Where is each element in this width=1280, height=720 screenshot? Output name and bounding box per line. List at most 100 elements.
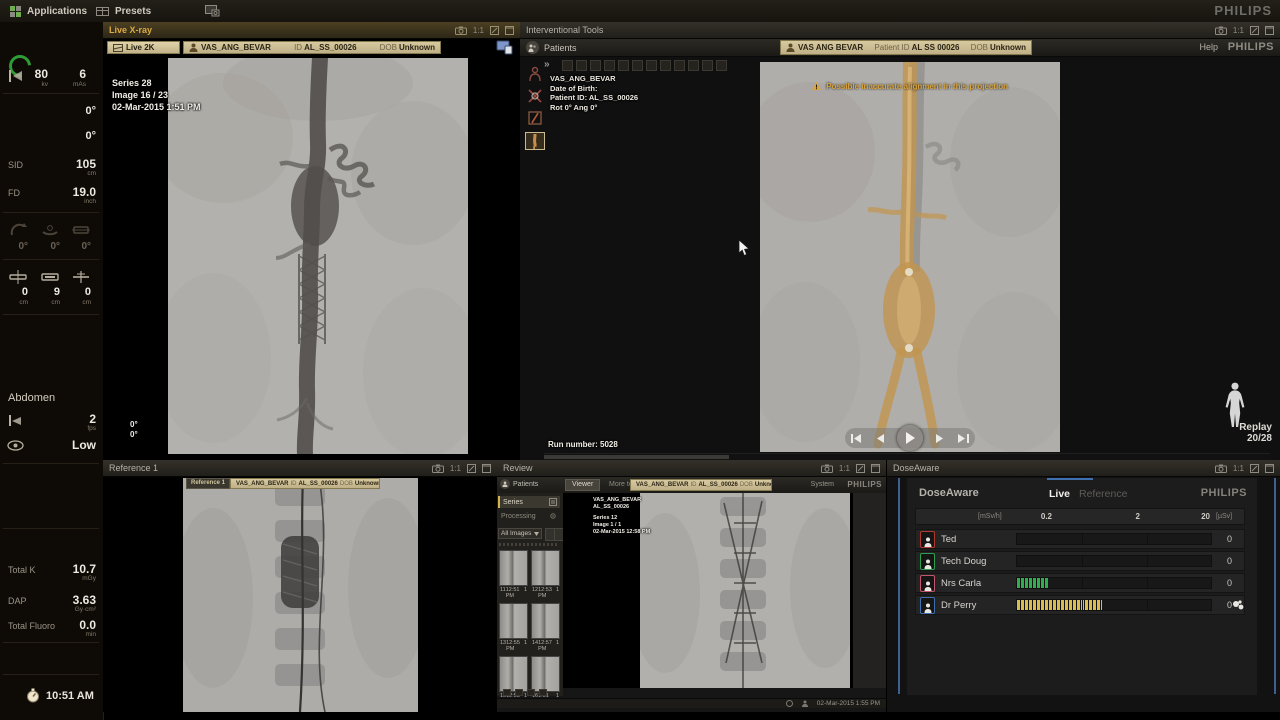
- reference-tab[interactable]: Reference 1: [186, 478, 230, 489]
- step-forward-icon[interactable]: [935, 434, 945, 443]
- tools-toolbar: [562, 60, 727, 71]
- export-icon[interactable]: [1250, 26, 1259, 35]
- review-titlebar: Review 1:1: [497, 460, 886, 477]
- maximize-icon[interactable]: [1265, 26, 1274, 35]
- scrollbar-handle[interactable]: [544, 455, 729, 459]
- footer-tool-icon[interactable]: [515, 689, 523, 696]
- dap-value: 3.63: [50, 593, 96, 607]
- maximize-icon[interactable]: [482, 464, 491, 473]
- snapshot-icon[interactable]: [1215, 464, 1227, 473]
- tool-icon[interactable]: [604, 60, 615, 71]
- review-viewer: VAS_ANG_BEVAR AL_SS_00026 Series 12 Imag…: [563, 493, 853, 688]
- dose-value: 0: [1216, 578, 1232, 588]
- philips-angio-workstation: Applications Presets PHILIPS 80 kv 6 mAs…: [0, 0, 1280, 720]
- zoom-1to1-button[interactable]: 1:1: [1233, 464, 1244, 473]
- nav-item-processing[interactable]: Processing: [498, 510, 560, 522]
- maximize-icon[interactable]: [871, 464, 880, 473]
- tool-icon[interactable]: [702, 60, 713, 71]
- scale-tick-3: 20: [1186, 512, 1210, 521]
- zoom-1to1-button[interactable]: 1:1: [1233, 26, 1244, 35]
- exam-info-overlay: VAS_ANG_BEVAR Date of Birth: Patient ID:…: [550, 74, 638, 112]
- tool-icon[interactable]: [660, 60, 671, 71]
- series-thumbnail[interactable]: 1412:57 PM1: [531, 603, 560, 652]
- tool-icon[interactable]: [590, 60, 601, 71]
- skip-start-icon[interactable]: [851, 434, 862, 443]
- tool-icon[interactable]: [646, 60, 657, 71]
- snapshot-icon[interactable]: [821, 464, 833, 473]
- tool-icon[interactable]: [716, 60, 727, 71]
- skip-end-icon[interactable]: [958, 434, 969, 443]
- footer-tool-icon[interactable]: [539, 689, 547, 696]
- tab-reference[interactable]: Reference: [1079, 488, 1127, 500]
- nav-item-series[interactable]: Series: [498, 496, 560, 508]
- kv-value: 80: [20, 67, 48, 81]
- applications-menu[interactable]: Applications: [10, 0, 87, 22]
- help-button[interactable]: Help: [1199, 42, 1218, 52]
- zoom-1to1-button[interactable]: 1:1: [473, 26, 484, 35]
- roadmap-tool-icon[interactable]: [527, 110, 543, 126]
- timeline-scrollbar[interactable]: [544, 453, 1270, 460]
- interventional-patient-banner: VAS ANG BEVAR Patient IDAL SS 00026 DOBU…: [780, 40, 1032, 55]
- live-tab-indicator: [1047, 478, 1093, 480]
- tool-icon[interactable]: [632, 60, 643, 71]
- patients-button[interactable]: Patients: [526, 41, 577, 54]
- sid-value: 105: [50, 157, 96, 171]
- marker-tool-icon[interactable]: [527, 88, 543, 104]
- maximize-icon[interactable]: [1265, 464, 1274, 473]
- series-thumbnail[interactable]: 1212:53 PM1: [531, 550, 560, 599]
- dose-bar-track: [1016, 599, 1212, 611]
- spine-stent-review-image: [640, 493, 850, 688]
- tab-live[interactable]: Live: [1049, 488, 1070, 500]
- zoom-1to1-button[interactable]: 1:1: [839, 464, 850, 473]
- doseaware-card: DoseAware Live Reference PHILIPS [mSv/h]…: [907, 478, 1257, 695]
- export-icon[interactable]: [467, 464, 476, 473]
- patient-icon: [189, 43, 198, 52]
- screenshot-button[interactable]: [205, 0, 220, 22]
- tool-icon[interactable]: [674, 60, 685, 71]
- step-back-icon[interactable]: [875, 434, 885, 443]
- export-icon[interactable]: [490, 26, 499, 35]
- total-k-unit: mGy: [50, 575, 96, 582]
- snapshot-icon[interactable]: [432, 464, 444, 473]
- patient-orientation-icon[interactable]: [527, 66, 543, 82]
- reference-title: Reference 1: [109, 463, 158, 473]
- live-2k-tab[interactable]: Live 2K: [107, 41, 180, 54]
- viewer-tab[interactable]: Viewer: [565, 479, 600, 491]
- image-filter-dropdown[interactable]: All Images: [498, 528, 542, 539]
- table-unit-3: cm: [71, 299, 91, 306]
- roadmap-image: Possible inaccurate alignment in this pr…: [760, 62, 1060, 452]
- series-thumbnail[interactable]: 1112:51 PM1: [499, 550, 528, 599]
- rot-value-3: 0°: [71, 241, 91, 252]
- live-xray-title: Live X-ray: [109, 25, 152, 35]
- review-image-overlay: VAS_ANG_BEVAR AL_SS_00026 Series 12 Imag…: [593, 497, 650, 536]
- export-icon[interactable]: [856, 464, 865, 473]
- export-icon[interactable]: [1250, 464, 1259, 473]
- staff-person-icon: [920, 597, 935, 614]
- maximize-icon[interactable]: [505, 26, 514, 35]
- fps-unit: fps: [60, 425, 96, 432]
- footer-tool-icon[interactable]: [527, 689, 535, 696]
- footer-tool-icon[interactable]: [503, 689, 511, 696]
- tool-icon[interactable]: [562, 60, 573, 71]
- scale-unit-left: [mSv/h]: [978, 513, 1002, 520]
- tool-icon[interactable]: [688, 60, 699, 71]
- tool-icon[interactable]: [576, 60, 587, 71]
- doseaware-title: DoseAware: [893, 463, 939, 473]
- patients-icon: [500, 479, 510, 489]
- zoom-1to1-button[interactable]: 1:1: [450, 464, 461, 473]
- live-2k-icon: [113, 44, 123, 52]
- snapshot-icon[interactable]: [455, 26, 467, 35]
- monitor-route-icon[interactable]: [496, 40, 513, 55]
- play-button[interactable]: [897, 425, 923, 451]
- series-thumbnail-grid: 1112:51 PM1 1212:53 PM1 1312:55 PM1 1412…: [499, 550, 560, 705]
- series-thumbnail[interactable]: 1312:55 PM1: [499, 603, 528, 652]
- active-overlay-thumbnail[interactable]: [525, 132, 545, 150]
- review-patients-button[interactable]: Patients: [500, 479, 538, 489]
- tool-icon[interactable]: [618, 60, 629, 71]
- table-height-icon: [9, 270, 27, 284]
- system-menu[interactable]: System: [811, 481, 834, 488]
- presets-menu[interactable]: Presets: [96, 0, 151, 22]
- expand-toolbar-button[interactable]: »: [544, 59, 550, 70]
- snapshot-icon[interactable]: [1215, 26, 1227, 35]
- philips-logo: PHILIPS: [847, 480, 882, 489]
